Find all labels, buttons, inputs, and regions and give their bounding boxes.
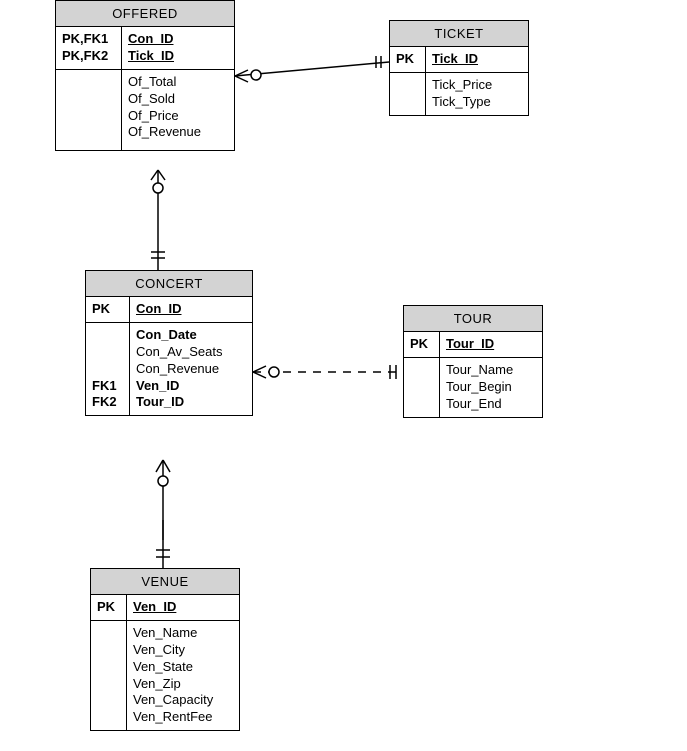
- attr-label: Ven_City: [133, 642, 233, 659]
- entity-venue: VENUE PK Ven_ID Ven_Name Ven_City Ven_St…: [90, 568, 240, 731]
- attr-label: Of_Total: [128, 74, 228, 91]
- key-label: FK1: [92, 378, 123, 395]
- attr-label: Con_Revenue: [136, 361, 246, 378]
- entity-venue-body: PK Ven_ID Ven_Name Ven_City Ven_State Ve…: [91, 595, 239, 730]
- key-label: [92, 344, 123, 361]
- key-label: [410, 362, 433, 379]
- key-label: [97, 625, 120, 642]
- attr-label: Ven_Name: [133, 625, 233, 642]
- key-label: [396, 77, 419, 94]
- attr-label: Tick_Price: [432, 77, 522, 94]
- attr-label: Tour_End: [446, 396, 536, 413]
- attr-label: Tour_Name: [446, 362, 536, 379]
- attr-label: Of_Revenue: [128, 124, 228, 141]
- attr-label: Ven_ID: [136, 378, 246, 395]
- entity-concert: CONCERT PK FK1 FK2 Con_ID Con_Date Con_A…: [85, 270, 253, 416]
- attr-label: Ven_Zip: [133, 676, 233, 693]
- rel-concert-venue: [156, 460, 170, 568]
- entity-tour-title: TOUR: [404, 306, 542, 332]
- attr-label: Tick_ID: [432, 51, 522, 68]
- attr-label: Ven_ID: [133, 599, 233, 616]
- entity-offered-title: OFFERED: [56, 1, 234, 27]
- attr-label: Of_Price: [128, 108, 228, 125]
- entity-ticket-body: PK Tick_ID Tick_Price Tick_Type: [390, 47, 528, 115]
- key-label: [92, 361, 123, 378]
- key-label: FK2: [92, 394, 123, 411]
- attr-label: Con_ID: [136, 301, 246, 318]
- attr-label: Con_ID: [128, 31, 228, 48]
- attr-label: Tick_Type: [432, 94, 522, 111]
- key-label: PK: [396, 51, 419, 68]
- attr-label: Con_Av_Seats: [136, 344, 246, 361]
- rel-concert-tour: [253, 365, 403, 379]
- key-label: PK: [92, 301, 123, 318]
- entity-tour-body: PK Tour_ID Tour_Name Tour_Begin Tour_End: [404, 332, 542, 417]
- entity-offered-body: PK,FK1 PK,FK2 Con_ID Tick_ID Of_Total Of…: [56, 27, 234, 150]
- entity-tour: TOUR PK Tour_ID Tour_Name Tour_Begin Tou…: [403, 305, 543, 418]
- rel-offered-concert: [151, 170, 165, 270]
- rel-offered-ticket: [235, 56, 389, 82]
- attr-label: Ven_State: [133, 659, 233, 676]
- key-label: PK,FK2: [62, 48, 115, 65]
- attr-label: Ven_RentFee: [133, 709, 233, 726]
- key-label: PK: [97, 599, 120, 616]
- attr-label: Con_Date: [136, 327, 246, 344]
- attr-label: Ven_Capacity: [133, 692, 233, 709]
- entity-venue-title: VENUE: [91, 569, 239, 595]
- key-label: [62, 74, 115, 91]
- attr-label: Of_Sold: [128, 91, 228, 108]
- entity-ticket: TICKET PK Tick_ID Tick_Price Tick_Type: [389, 20, 529, 116]
- attr-label: Tour_ID: [136, 394, 246, 411]
- key-label: PK: [410, 336, 433, 353]
- entity-offered: OFFERED PK,FK1 PK,FK2 Con_ID Tick_ID Of_…: [55, 0, 235, 151]
- key-label: [92, 327, 123, 344]
- attr-label: Tour_ID: [446, 336, 536, 353]
- attr-label: Tick_ID: [128, 48, 228, 65]
- entity-concert-body: PK FK1 FK2 Con_ID Con_Date Con_Av_Seats …: [86, 297, 252, 415]
- entity-ticket-title: TICKET: [390, 21, 528, 47]
- entity-concert-title: CONCERT: [86, 271, 252, 297]
- attr-label: Tour_Begin: [446, 379, 536, 396]
- key-label: PK,FK1: [62, 31, 115, 48]
